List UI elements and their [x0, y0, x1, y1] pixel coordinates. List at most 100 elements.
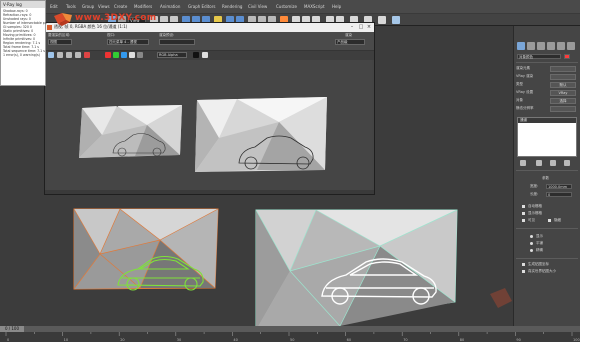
timeline-tick-label: 80	[460, 338, 464, 342]
rendered-image	[79, 97, 327, 172]
pin-icon[interactable]	[520, 160, 526, 166]
copy-image-icon[interactable]	[57, 52, 63, 58]
display-tab-icon[interactable]	[557, 42, 565, 50]
remove-modifier-icon[interactable]	[564, 160, 570, 166]
menu-create[interactable]: Create	[114, 4, 127, 9]
render-preset-dropdown[interactable]	[159, 39, 195, 45]
rendered-image-canvas[interactable]	[47, 60, 372, 190]
render-window-toolbar: RGB Alpha	[45, 50, 374, 60]
motion-tab-icon[interactable]	[547, 42, 555, 50]
modify-tab-icon[interactable]	[527, 42, 535, 50]
hidden-label: 隐藏	[554, 218, 561, 222]
show-grid-label: 显示栅格	[528, 211, 542, 215]
width-spinner[interactable]: 1000.0mm	[546, 184, 572, 189]
render-preset-label: 渲染预设:	[159, 33, 175, 37]
utilities-tab-icon[interactable]	[567, 42, 575, 50]
radio-row[interactable]: 平铺	[516, 241, 578, 247]
timeline-tick-label: 90	[516, 338, 520, 342]
vray-settings-button[interactable]: VRay	[550, 90, 576, 96]
viewport-dropdown[interactable]: 四元菜单 4 - 透视	[107, 39, 149, 45]
hierarchy-tab-icon[interactable]	[537, 42, 545, 50]
color-swatch[interactable]	[193, 52, 199, 58]
selected-box-object[interactable]	[73, 208, 219, 290]
object-select-button[interactable]: 选择	[550, 98, 576, 104]
vray-render-button[interactable]	[550, 74, 576, 80]
timeline-tick-label: 0	[7, 338, 9, 342]
show-end-result-icon[interactable]	[536, 160, 542, 166]
toggle-ui-icon[interactable]	[202, 52, 208, 58]
checkbox-row[interactable]: 真实世界贴图大小	[516, 269, 578, 275]
channel-list-header-label: 通道	[520, 118, 527, 122]
static-resolution-button[interactable]	[550, 106, 576, 112]
menu-graph-editors[interactable]: Graph Editors	[188, 4, 215, 9]
menu-modifiers[interactable]: Modifiers	[134, 4, 152, 9]
area-to-render-dropdown[interactable]: 视图	[48, 39, 72, 45]
real-world-map-checkbox[interactable]	[522, 270, 525, 273]
menu-maxscript[interactable]: MAXScript	[304, 4, 325, 9]
minimize-icon[interactable]: –	[348, 24, 356, 30]
print-image-icon[interactable]	[75, 52, 81, 58]
type-button[interactable]: 默认	[550, 82, 576, 88]
object-color-swatch[interactable]	[564, 54, 570, 59]
show-grid-checkbox[interactable]	[522, 212, 525, 215]
panel-row: 对象 选择	[516, 98, 578, 104]
render-window-titlebar[interactable]: 透视, 帧 0, RGBA 颜色 16 位/通道 (1:1) – □ ×	[45, 23, 374, 32]
make-unique-icon[interactable]	[550, 160, 556, 166]
checkbox-row[interactable]: 自动栅格	[516, 204, 578, 210]
length-label: 长度:	[530, 192, 539, 196]
checkbox-row[interactable]: 生成贴图坐标	[516, 262, 578, 268]
menu-group[interactable]: Group	[82, 4, 94, 9]
type-label: 类型	[516, 82, 523, 86]
timeline-ruler[interactable]: 0 10 20 30 40 50 60 70 80 90 100	[0, 332, 580, 342]
radio-row[interactable]: 精确	[516, 248, 578, 254]
maximize-icon[interactable]: □	[357, 24, 365, 30]
visible-checkbox[interactable]	[522, 219, 525, 222]
menu-edit[interactable]: Edit	[50, 4, 58, 9]
menu-rendering[interactable]: Rendering	[222, 4, 242, 9]
create-tab-icon[interactable]	[517, 42, 525, 50]
clone-window-icon[interactable]	[66, 52, 72, 58]
object-label: 对象	[516, 98, 523, 102]
object-type-dropdown[interactable]: 对象颜色	[517, 54, 561, 59]
display-radio[interactable]	[530, 235, 533, 238]
channel-list[interactable]: 通道	[517, 117, 577, 157]
panel-separator	[516, 228, 578, 229]
menu-civil-view[interactable]: Civil View	[248, 4, 267, 9]
alpha-channel-icon[interactable]	[129, 52, 135, 58]
red-channel-icon[interactable]	[105, 52, 111, 58]
production-dropdown[interactable]: 产品级	[335, 39, 365, 45]
precise-radio[interactable]	[530, 249, 533, 252]
length-spinner[interactable]: 0	[546, 192, 572, 197]
render-button-label[interactable]: 渲染	[345, 33, 352, 38]
vray-physical-camera-icon[interactable]	[392, 16, 400, 24]
spinner-row: 宽度: 1000.0mm	[516, 184, 578, 190]
auto-grid-checkbox[interactable]	[522, 205, 525, 208]
channel-dropdown[interactable]: RGB Alpha	[157, 52, 187, 58]
render-elements-button[interactable]	[550, 66, 576, 72]
clear-icon[interactable]	[84, 52, 90, 58]
params-group-label: 参数	[542, 176, 549, 180]
menu-customize[interactable]: Customize	[276, 4, 297, 9]
radio-row[interactable]: 显示	[516, 234, 578, 240]
vray-settings-label: VRay 设置	[516, 90, 534, 94]
monochrome-icon[interactable]	[137, 52, 143, 58]
timeline-tick-label: 30	[177, 338, 181, 342]
vray-render-label: VRay 渲染	[516, 74, 534, 78]
gen-mapping-checkbox[interactable]	[522, 263, 525, 266]
hidden-checkbox[interactable]	[548, 219, 551, 222]
menu-help[interactable]: Help	[332, 4, 341, 9]
vray-light-icon[interactable]	[378, 16, 386, 24]
timeline-ticks: 0 10 20 30 40 50 60 70 80 90 100	[5, 332, 580, 342]
menu-animation[interactable]: Animation	[160, 4, 180, 9]
render-settings-bar: 要渲染的区域: 视图 视口: 四元菜单 4 - 透视 渲染预设: 渲染 产品级	[45, 32, 374, 50]
green-channel-icon[interactable]	[113, 52, 119, 58]
save-image-icon[interactable]	[48, 52, 54, 58]
blue-channel-icon[interactable]	[121, 52, 127, 58]
tile-radio[interactable]	[530, 242, 533, 245]
checkbox-row[interactable]: 可见 隐藏	[516, 218, 578, 224]
auto-grid-label: 自动栅格	[528, 204, 542, 208]
close-icon[interactable]: ×	[365, 24, 373, 30]
checkbox-row[interactable]: 显示栅格	[516, 211, 578, 217]
menu-views[interactable]: Views	[98, 4, 110, 9]
menu-tools[interactable]: Tools	[66, 4, 76, 9]
